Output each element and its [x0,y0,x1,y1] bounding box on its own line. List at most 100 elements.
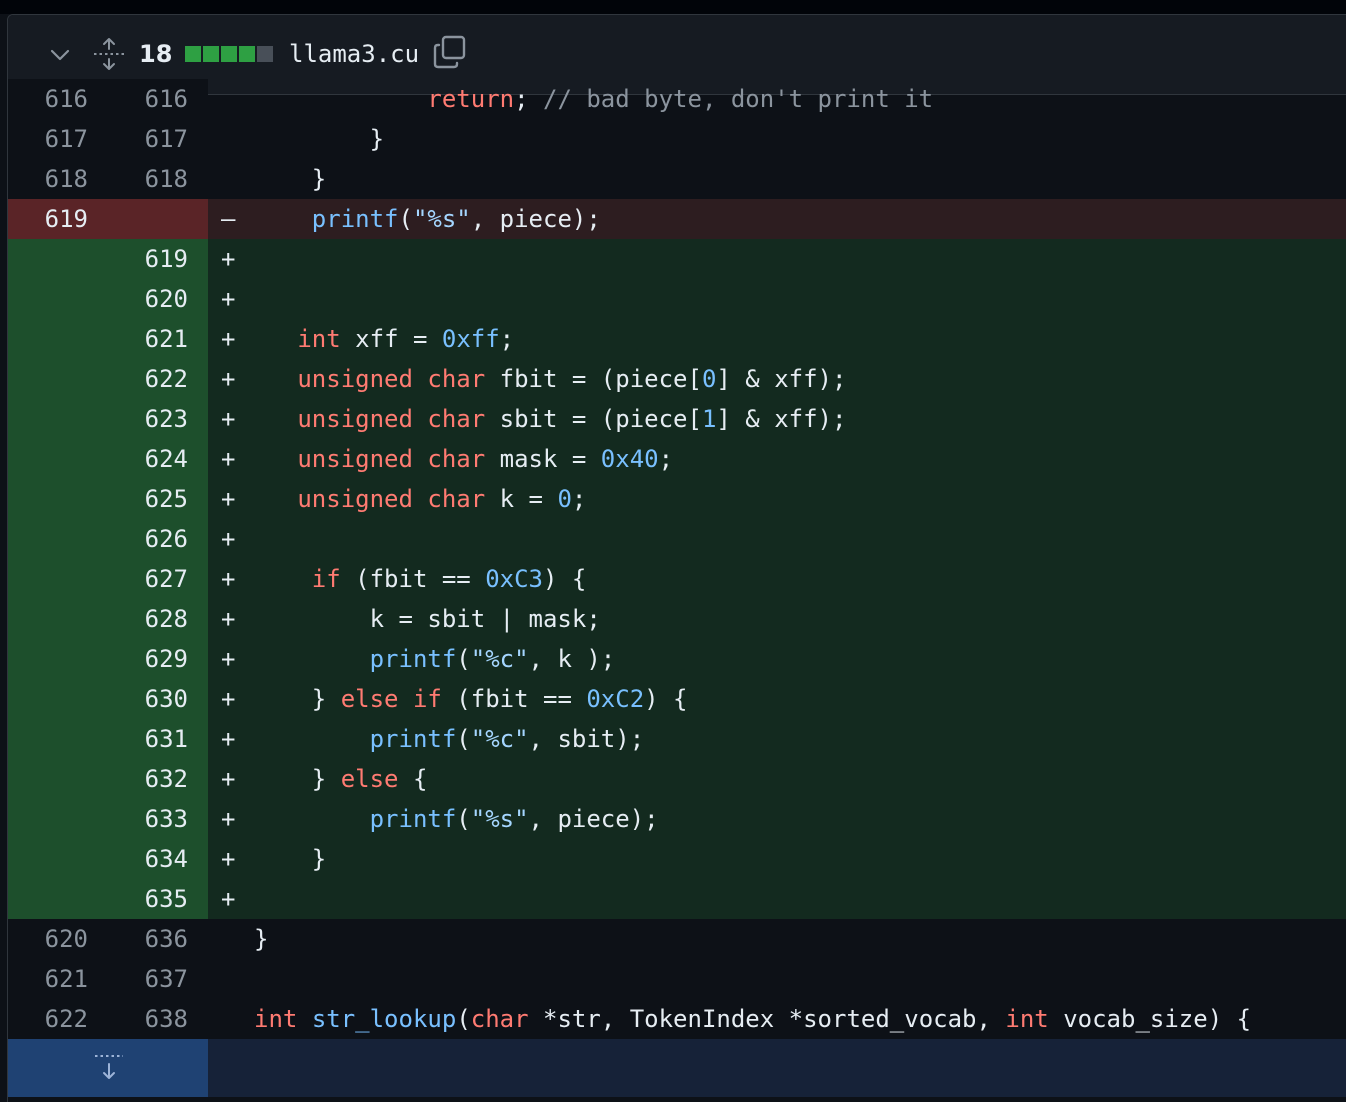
new-line-number[interactable]: 621 [108,319,188,359]
code-token: printf [369,645,457,673]
code-token: unsigned [297,485,413,513]
code-token: 0 [557,485,572,513]
code-token: k = sbit | mask; [254,605,601,633]
diff-line-add: 623 + unsigned char sbit = (piece[1] & xf… [8,399,1346,439]
code-token: else [340,685,399,713]
old-line-number[interactable]: 621 [8,959,88,999]
code-token: 0 [701,365,717,393]
diff-line-add: 634 + } [8,839,1346,879]
code-token: printf [311,205,399,233]
code-token: char [427,445,486,473]
code-token: , piece); [528,805,659,833]
code-text: printf("%s", piece); [254,799,659,839]
new-line-number[interactable]: 626 [108,519,188,559]
diff-line-add: 621 + int xff = 0xff; [8,319,1346,359]
diffstat-blocks [185,46,273,62]
diff-line-ctx: 622 638 int str_lookup(char *str, TokenInd… [8,999,1346,1039]
code-token: return [427,85,515,113]
new-line-number[interactable]: 616 [108,79,188,119]
code-token: ] & xff); [716,405,847,433]
new-line-number[interactable]: 620 [108,279,188,319]
code-token: ] & xff); [716,365,847,393]
diff-sign: – [221,205,236,233]
new-line-number[interactable]: 630 [108,679,188,719]
old-line-number[interactable]: 622 [8,999,88,1039]
code-token: { [398,765,428,793]
expand-hunk-row[interactable] [8,1039,1346,1097]
file-name[interactable]: llama3.cu [289,39,419,69]
diff-line-add: 632 + } else { [8,759,1346,799]
new-line-number[interactable]: 634 [108,839,188,879]
code-token: ; [571,485,587,513]
new-line-number[interactable]: 617 [108,119,188,159]
code-token: ( [456,805,471,833]
new-line-number[interactable]: 633 [108,799,188,839]
new-line-number[interactable]: 638 [108,999,188,1039]
diff-line-add: 631 + printf("%c", sbit); [8,719,1346,759]
old-line-number[interactable]: 617 [8,119,88,159]
code-token: 0xC3 [485,565,543,593]
code-text: printf("%c", k ); [254,639,616,679]
chevron-down-icon[interactable] [48,43,72,67]
new-line-number[interactable]: 627 [108,559,188,599]
code-text: k = sbit | mask; [254,599,601,639]
code-text: int str_lookup(char *str, TokenIndex *so… [254,999,1251,1039]
new-line-number[interactable]: 628 [108,599,188,639]
new-line-number[interactable]: 625 [108,479,188,519]
code-token: ( [456,725,471,753]
unfold-icon[interactable] [93,37,125,71]
code-token: char [470,1005,529,1033]
old-line-number[interactable]: 618 [8,159,88,199]
diffstat-block [221,46,237,62]
diff-sign: + [221,485,236,513]
code-token: ) { [543,565,587,593]
code-token: xff = [340,325,442,353]
code-token: , piece); [470,205,601,233]
code-token: printf [369,725,457,753]
code-token: char [427,405,486,433]
code-text: unsigned char fbit = (piece[0] & xff); [254,359,846,399]
code-token: , k ); [528,645,616,673]
code-token: printf [369,805,457,833]
code-token: // bad byte, don't print it [543,85,934,113]
new-line-number[interactable]: 624 [108,439,188,479]
diff-sign: + [221,805,236,833]
new-line-number[interactable]: 636 [108,919,188,959]
old-line-number[interactable]: 620 [8,919,88,959]
new-line-number[interactable]: 618 [108,159,188,199]
code-token: if [412,685,442,713]
diff-line-add: 622 + unsigned char fbit = (piece[0] & xf… [8,359,1346,399]
code-token: vocab_size) { [1048,1005,1252,1033]
expand-down-icon[interactable] [94,1053,124,1081]
diff-line-ctx: 617 617 } [8,119,1346,159]
old-line-number[interactable]: 616 [8,79,88,119]
code-text: } else { [254,759,428,799]
new-line-number[interactable]: 631 [108,719,188,759]
copy-icon[interactable] [433,35,467,69]
new-line-number[interactable]: 619 [108,239,188,279]
new-line-number[interactable]: 632 [108,759,188,799]
old-line-number[interactable]: 619 [8,199,88,239]
diff-sign: + [221,325,236,353]
code-token: "%s" [412,205,471,233]
new-line-number[interactable]: 637 [108,959,188,999]
code-token: } [254,685,341,713]
code-token: 0x40 [600,445,659,473]
new-line-number[interactable]: 622 [108,359,188,399]
diff-line-ctx: 621 637 [8,959,1346,999]
new-line-number[interactable]: 629 [108,639,188,679]
diff-sign: + [221,605,236,633]
diff-sign: + [221,445,236,473]
code-token: } [254,925,269,953]
new-line-number[interactable]: 623 [108,399,188,439]
diff-sign: + [221,245,236,273]
new-line-number[interactable]: 635 [108,879,188,919]
